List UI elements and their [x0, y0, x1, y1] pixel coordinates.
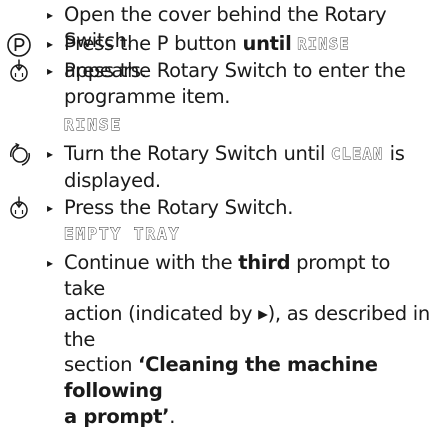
p-button-icon — [6, 32, 32, 58]
step-open-cover: ▸ Open the cover behind the Rotary Switc… — [0, 2, 435, 52]
bullet-icon: ▸ — [47, 147, 54, 161]
bullet-icon: ▸ — [47, 8, 54, 22]
step-press-rotary: ▸ Press the Rotary Switch. — [0, 195, 435, 221]
bullet-icon: ▸ — [47, 64, 54, 78]
step-text: Press the Rotary Switch to enter the pro… — [64, 59, 406, 108]
emphasis-until: until — [242, 32, 292, 55]
bullet-icon: ▸ — [47, 37, 54, 51]
step-press-rotary-enter: ▸ Press the Rotary Switch to enter the p… — [0, 58, 435, 110]
section-reference-cont: a prompt’ — [64, 404, 170, 428]
turn-rotary-icon — [6, 141, 32, 167]
press-rotary-icon — [6, 195, 32, 221]
step-text: Continue with the third prompt to take a… — [64, 251, 430, 428]
step-press-p: ▸ Press the P button until RINSE appears… — [0, 31, 435, 82]
lcd-display-rinse: RINSE — [64, 115, 123, 135]
step-turn-rotary: ▸ Turn the Rotary Switch until CLEAN is … — [0, 141, 435, 193]
bullet-icon: ▸ — [47, 201, 54, 215]
step-continue-third-prompt: ▸ Continue with the third prompt to take… — [0, 250, 435, 428]
lcd-rinse-inline: RINSE — [297, 35, 351, 54]
lcd-clean-inline: CLEAN — [331, 145, 384, 164]
step-text: Press the Rotary Switch. — [64, 196, 294, 219]
bullet-icon: ▸ — [47, 256, 54, 270]
lcd-display-empty-tray: EMPTY TRAY — [64, 224, 181, 244]
step-text: Turn the Rotary Switch until CLEAN is di… — [64, 142, 405, 192]
press-rotary-icon — [6, 58, 32, 84]
emphasis-third: third — [238, 251, 291, 274]
